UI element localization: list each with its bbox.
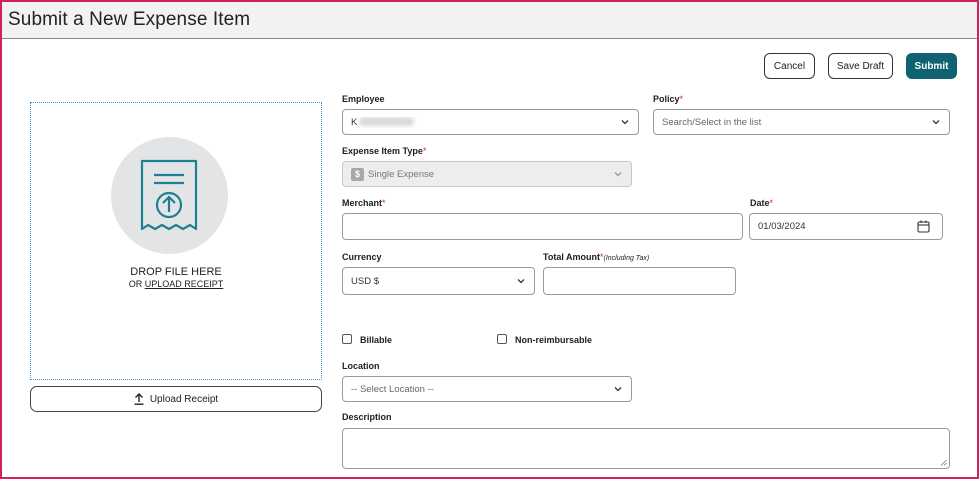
currency-select[interactable]: USD $: [342, 267, 535, 295]
app-window: Submit a New Expense Item Cancel Save Dr…: [0, 0, 979, 479]
calendar-button[interactable]: [905, 213, 943, 240]
expense-type-value: Single Expense: [368, 168, 435, 180]
employee-select[interactable]: K: [342, 109, 639, 135]
upload-receipt-link[interactable]: UPLOAD RECEIPT: [145, 279, 224, 289]
employee-label: Employee: [342, 94, 385, 104]
dollar-icon: $: [351, 167, 364, 181]
description-textarea[interactable]: [342, 428, 950, 469]
chevron-down-icon: [932, 120, 940, 125]
submit-button[interactable]: Submit: [906, 53, 957, 79]
receipt-dropzone[interactable]: DROP FILE HERE OR UPLOAD RECEIPT: [30, 102, 322, 380]
policy-label: Policy*: [653, 94, 684, 104]
title-bar: Submit a New Expense Item: [2, 2, 977, 39]
non-reimbursable-label: Non-reimbursable: [515, 335, 593, 345]
expense-type-select: $ Single Expense: [342, 161, 632, 187]
chevron-down-icon: [517, 279, 525, 284]
save-draft-button[interactable]: Save Draft: [828, 53, 893, 79]
merchant-input[interactable]: [342, 213, 743, 240]
drop-file-text: DROP FILE HERE: [130, 266, 222, 278]
merchant-label: Merchant*: [342, 198, 386, 208]
expense-type-label: Expense Item Type*: [342, 146, 427, 156]
employee-value: K: [351, 116, 358, 128]
location-select[interactable]: -- Select Location --: [342, 376, 632, 402]
billable-checkbox[interactable]: [342, 334, 352, 344]
cancel-button[interactable]: Cancel: [764, 53, 815, 79]
total-amount-label: Total Amount*(Including Tax): [543, 252, 650, 262]
location-value: -- Select Location --: [351, 383, 434, 395]
upload-icon: [134, 393, 144, 405]
resize-handle-icon[interactable]: [940, 459, 947, 466]
policy-placeholder: Search/Select in the list: [662, 116, 762, 128]
date-input[interactable]: 01/03/2024: [749, 213, 906, 240]
chevron-down-icon: [614, 172, 622, 177]
receipt-upload-icon: [111, 137, 228, 254]
calendar-icon: [917, 220, 930, 233]
policy-select[interactable]: Search/Select in the list: [653, 109, 950, 135]
currency-value: USD $: [351, 275, 379, 287]
redacted-name: [359, 117, 415, 127]
date-label: Date*: [750, 198, 774, 208]
total-amount-input[interactable]: [543, 267, 736, 295]
page-title: Submit a New Expense Item: [8, 9, 251, 30]
description-label: Description: [342, 412, 392, 422]
chevron-down-icon: [614, 387, 622, 392]
non-reimbursable-checkbox[interactable]: [497, 334, 507, 344]
billable-label: Billable: [360, 335, 393, 345]
location-label: Location: [342, 361, 380, 371]
chevron-down-icon: [621, 120, 629, 125]
upload-receipt-button[interactable]: Upload Receipt: [30, 386, 322, 412]
drop-file-subtext: OR UPLOAD RECEIPT: [31, 279, 321, 289]
upload-receipt-label: Upload Receipt: [149, 393, 219, 405]
date-value: 01/03/2024: [758, 221, 806, 232]
drop-or-text: OR: [128, 279, 143, 289]
currency-label: Currency: [342, 252, 382, 262]
